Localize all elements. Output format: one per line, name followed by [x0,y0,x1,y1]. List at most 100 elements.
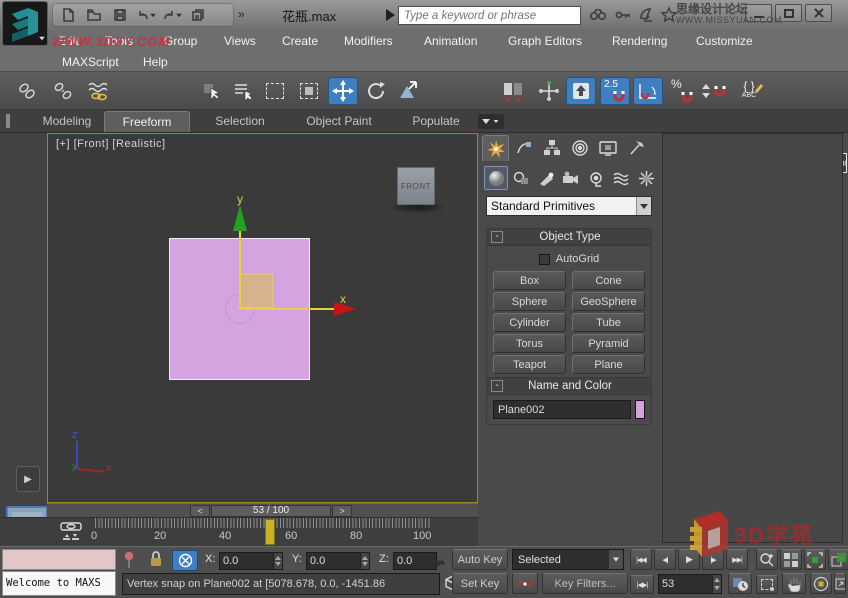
search-button[interactable] [588,7,608,23]
collapse-icon[interactable]: - [491,380,503,392]
pin-stack-button[interactable] [122,551,136,570]
key-filters-button[interactable]: Key Filters... [542,573,628,594]
menu-graph-editors[interactable]: Graph Editors [508,30,582,52]
previous-frame-button[interactable]: < [190,505,210,517]
autogrid-checkbox[interactable] [539,254,550,265]
edit-named-selection-sets-button[interactable]: { } ABC [733,77,765,105]
favorites-button[interactable] [660,6,678,23]
selection-lock-toggle[interactable] [148,550,164,569]
track-bar-toggle-button[interactable] [56,519,86,545]
subtab-space-warps[interactable] [609,166,633,190]
maximize-viewport-toggle-button[interactable] [834,573,846,594]
menu-rendering[interactable]: Rendering [612,30,667,52]
menu-tools[interactable]: Tools [105,30,133,52]
communication-center-button[interactable] [638,6,656,23]
category-dropdown[interactable]: Standard Primitives [486,196,652,216]
ribbon-tab-freeform[interactable]: Freeform [104,111,190,132]
ribbon-minimize-button[interactable] [478,114,504,129]
select-and-move-button[interactable] [328,77,358,105]
select-and-scale-button[interactable] [393,77,423,105]
select-and-rotate-button[interactable] [361,77,391,105]
absolute-offset-mode-toggle[interactable] [172,550,198,571]
tab-utilities[interactable] [622,135,649,161]
previous-key-button[interactable]: ◀| [654,549,676,570]
menu-group[interactable]: Group [164,30,197,52]
time-slider-handle[interactable] [265,519,275,545]
current-frame-input[interactable] [659,575,711,593]
box-button[interactable]: Box [493,271,566,290]
key-mode-dropdown[interactable]: Selected [512,549,624,570]
geosphere-button[interactable]: GeoSphere [572,292,645,311]
play-animation-button[interactable]: ▶ [678,549,700,570]
maximize-button[interactable] [775,4,802,22]
viewcube[interactable]: FRONT [397,167,435,205]
bind-to-space-warp-button[interactable] [84,77,114,105]
percent-snap-toggle-button[interactable]: % [667,77,697,105]
new-key-default-in-out-tangents-button[interactable] [512,573,538,594]
select-by-name-button[interactable] [228,77,258,105]
toolbar-overflow-chevron[interactable]: » [238,7,245,21]
menu-help[interactable]: Help [143,52,168,72]
zoom-extents-selected-button[interactable] [804,549,826,570]
panel-expand-arrow-button[interactable]: ▶ [16,466,40,492]
macro-recorder-pane[interactable] [2,549,116,570]
sign-in-button[interactable] [614,7,632,23]
tab-create[interactable] [482,135,509,161]
new-scene-button[interactable] [57,5,79,25]
window-crossing-toggle-button[interactable] [294,77,324,105]
gizmo-xy-plane-handle[interactable] [240,274,273,308]
gizmo-x-axis-line[interactable] [240,308,335,310]
tab-hierarchy[interactable] [538,135,565,161]
tube-button[interactable]: Tube [572,313,645,332]
time-slider-bar[interactable]: < 53 / 100 > [47,503,478,517]
set-key-button[interactable]: Set Key [452,573,508,594]
collapse-icon[interactable]: - [491,231,503,243]
ribbon-tab-modeling[interactable]: Modeling [32,111,102,132]
y-coordinate-input[interactable] [307,553,359,569]
unlink-selection-button[interactable] [48,77,78,105]
subtab-helpers[interactable] [584,166,608,190]
x-coordinate-input[interactable] [220,553,272,569]
maxscript-mini-listener[interactable]: Welcome to MAXS [2,571,116,596]
redo-dropdown-caret-icon[interactable] [176,13,182,17]
search-input[interactable] [398,6,581,25]
subtab-lights[interactable] [534,166,558,190]
subtab-geometry[interactable] [484,166,508,190]
cylinder-button[interactable]: Cylinder [493,313,566,332]
torus-button[interactable]: Torus [493,334,566,353]
pan-view-button[interactable] [782,573,806,594]
object-type-rollout-header[interactable]: - Object Type [487,229,651,246]
project-folder-button[interactable] [187,5,209,25]
snaps-toggle-button[interactable]: 2.5 [600,77,630,105]
undo-button[interactable] [135,5,157,25]
subtab-systems[interactable] [634,166,658,190]
select-and-manipulate-button[interactable] [534,77,564,105]
use-pivot-point-center-button[interactable] [498,77,528,105]
cone-button[interactable]: Cone [572,271,645,290]
sphere-button[interactable]: Sphere [493,292,566,311]
x-spinner[interactable] [273,553,282,569]
go-to-start-button[interactable]: |◀◀ [630,549,652,570]
ribbon-drag-handle[interactable] [6,114,10,128]
menu-maxscript[interactable]: MAXScript [62,52,119,72]
viewport-front[interactable]: [+] [Front] [Realistic] FRONT y x z x y [47,133,478,503]
name-and-color-rollout-header[interactable]: - Name and Color [487,378,651,395]
pyramid-button[interactable]: Pyramid [572,334,645,353]
next-frame-button[interactable]: > [332,505,352,517]
y-spinner[interactable] [360,553,369,569]
tab-modify[interactable] [510,135,537,161]
infocenter-expand-arrow-icon[interactable] [386,9,395,21]
rectangular-selection-region-button[interactable] [260,77,290,105]
save-file-button[interactable] [109,5,131,25]
key-mode-toggle-button[interactable]: |◀▶| [630,575,654,594]
viewcube-front-face[interactable]: FRONT [401,182,431,191]
object-color-swatch[interactable] [635,400,645,419]
selection-region-button[interactable] [756,575,778,594]
frame-spinner[interactable] [712,575,721,593]
subtab-cameras[interactable] [559,166,583,190]
open-file-button[interactable] [83,5,105,25]
gizmo-y-arrowhead[interactable] [233,205,247,231]
menu-edit[interactable]: Edit [58,30,79,52]
redo-button[interactable] [161,5,183,25]
auto-key-button[interactable]: Auto Key [452,549,508,570]
